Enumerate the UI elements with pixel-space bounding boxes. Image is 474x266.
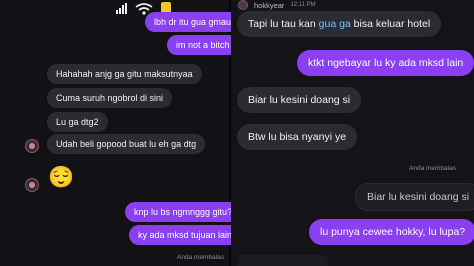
header-avatar[interactable] (238, 0, 248, 10)
message-bubble-in[interactable]: Lu ga dtg2 (47, 112, 108, 132)
chat-header: hokkyear 12:11 PM (238, 0, 474, 10)
quoted-message[interactable]: Biar lu kesini doang si (355, 183, 474, 211)
reply-label: Anda membalas (409, 165, 456, 172)
message-bubble-out[interactable]: lbh dr itu gua gmau (145, 12, 241, 32)
message-bubble-out[interactable]: knp lu bs ngmnggg gitu? (125, 202, 242, 222)
header-time: 12:11 PM (290, 2, 316, 8)
header-username[interactable]: hokkyear (254, 1, 284, 10)
message-text: Tapi lu tau kan (248, 18, 319, 30)
signal-icon (116, 2, 127, 14)
emoji-message[interactable]: 😌 (48, 166, 74, 190)
partial-message (238, 255, 328, 266)
message-text: bisa keluar hotel (350, 18, 431, 30)
message-bubble-out[interactable]: lu punya cewee hokky, lu lupa? (309, 219, 474, 245)
message-bubble-out[interactable]: ktkt ngebayar lu ky ada mksd lain (297, 50, 474, 76)
message-bubble-in[interactable]: Hahahah anjg ga gitu maksutnyaa (47, 64, 202, 84)
message-bubble-out[interactable]: ky ada mksd tujuan lain (129, 225, 242, 245)
message-bubble-in[interactable]: Btw lu bisa nyanyi ye (237, 124, 358, 150)
message-bubble-in[interactable]: Biar lu kesini doang si (237, 87, 362, 113)
reply-label: Anda membalas (177, 254, 224, 261)
message-bubble-in[interactable]: Tapi lu tau kan gua ga bisa keluar hotel (237, 11, 442, 37)
message-bubble-in[interactable]: Udah beli gopood buat lu eh ga dtg (47, 134, 206, 154)
message-highlight: gua ga (318, 18, 351, 30)
message-bubble-out[interactable]: im not a bitch (167, 35, 239, 55)
contact-avatar[interactable] (25, 178, 39, 192)
message-bubble-in[interactable]: Cuma suruh ngobrol di sini (47, 88, 173, 108)
contact-avatar[interactable] (25, 139, 39, 153)
